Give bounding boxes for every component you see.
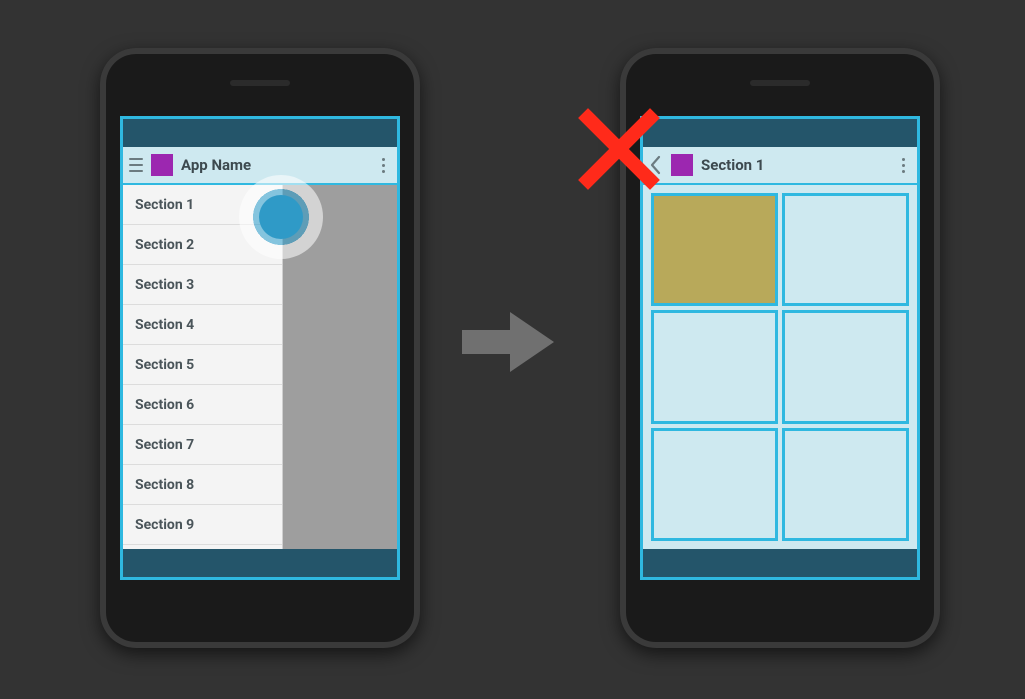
status-bar: [123, 119, 397, 147]
grid-cell[interactable]: [651, 428, 778, 541]
drawer-item[interactable]: Section 5: [123, 345, 282, 385]
drawer-item[interactable]: Section 9: [123, 505, 282, 545]
phone-right: Section 1: [620, 48, 940, 648]
arrow-right-icon: [462, 312, 554, 372]
grid-cell[interactable]: [782, 193, 909, 306]
drawer-item[interactable]: Section 8: [123, 465, 282, 505]
drawer-item[interactable]: Section 1: [123, 185, 282, 225]
system-bar: [643, 549, 917, 577]
app-title: App Name: [181, 156, 367, 174]
drawer-item[interactable]: Section 6: [123, 385, 282, 425]
content-grid: [643, 185, 917, 549]
grid-cell[interactable]: [651, 310, 778, 423]
hamburger-icon[interactable]: [129, 158, 143, 172]
drawer-item[interactable]: Section 3: [123, 265, 282, 305]
content-area-right: [643, 185, 917, 549]
phone-left: App Name Section 1 Section 2 Section 3 S…: [100, 48, 420, 648]
phone-speaker: [230, 80, 290, 86]
grid-cell[interactable]: [651, 193, 778, 306]
overflow-menu-icon[interactable]: [375, 155, 391, 175]
drawer-item[interactable]: Section 7: [123, 425, 282, 465]
grid-cell[interactable]: [782, 428, 909, 541]
phone-speaker: [750, 80, 810, 86]
screen-left: App Name Section 1 Section 2 Section 3 S…: [120, 116, 400, 580]
app-brand-icon: [151, 154, 173, 176]
content-area-left: Section 1 Section 2 Section 3 Section 4 …: [123, 185, 397, 549]
drawer-item[interactable]: Section 2: [123, 225, 282, 265]
app-title: Section 1: [701, 156, 887, 174]
overflow-menu-icon[interactable]: [895, 155, 911, 175]
app-brand-icon: [671, 154, 693, 176]
grid-cell[interactable]: [782, 310, 909, 423]
status-bar: [643, 119, 917, 147]
action-bar: Section 1: [643, 147, 917, 185]
action-bar: App Name: [123, 147, 397, 185]
incorrect-x-icon: [576, 106, 662, 192]
screen-right: Section 1: [640, 116, 920, 580]
navigation-drawer: Section 1 Section 2 Section 3 Section 4 …: [123, 185, 283, 549]
system-bar: [123, 549, 397, 577]
drawer-item[interactable]: Section 4: [123, 305, 282, 345]
